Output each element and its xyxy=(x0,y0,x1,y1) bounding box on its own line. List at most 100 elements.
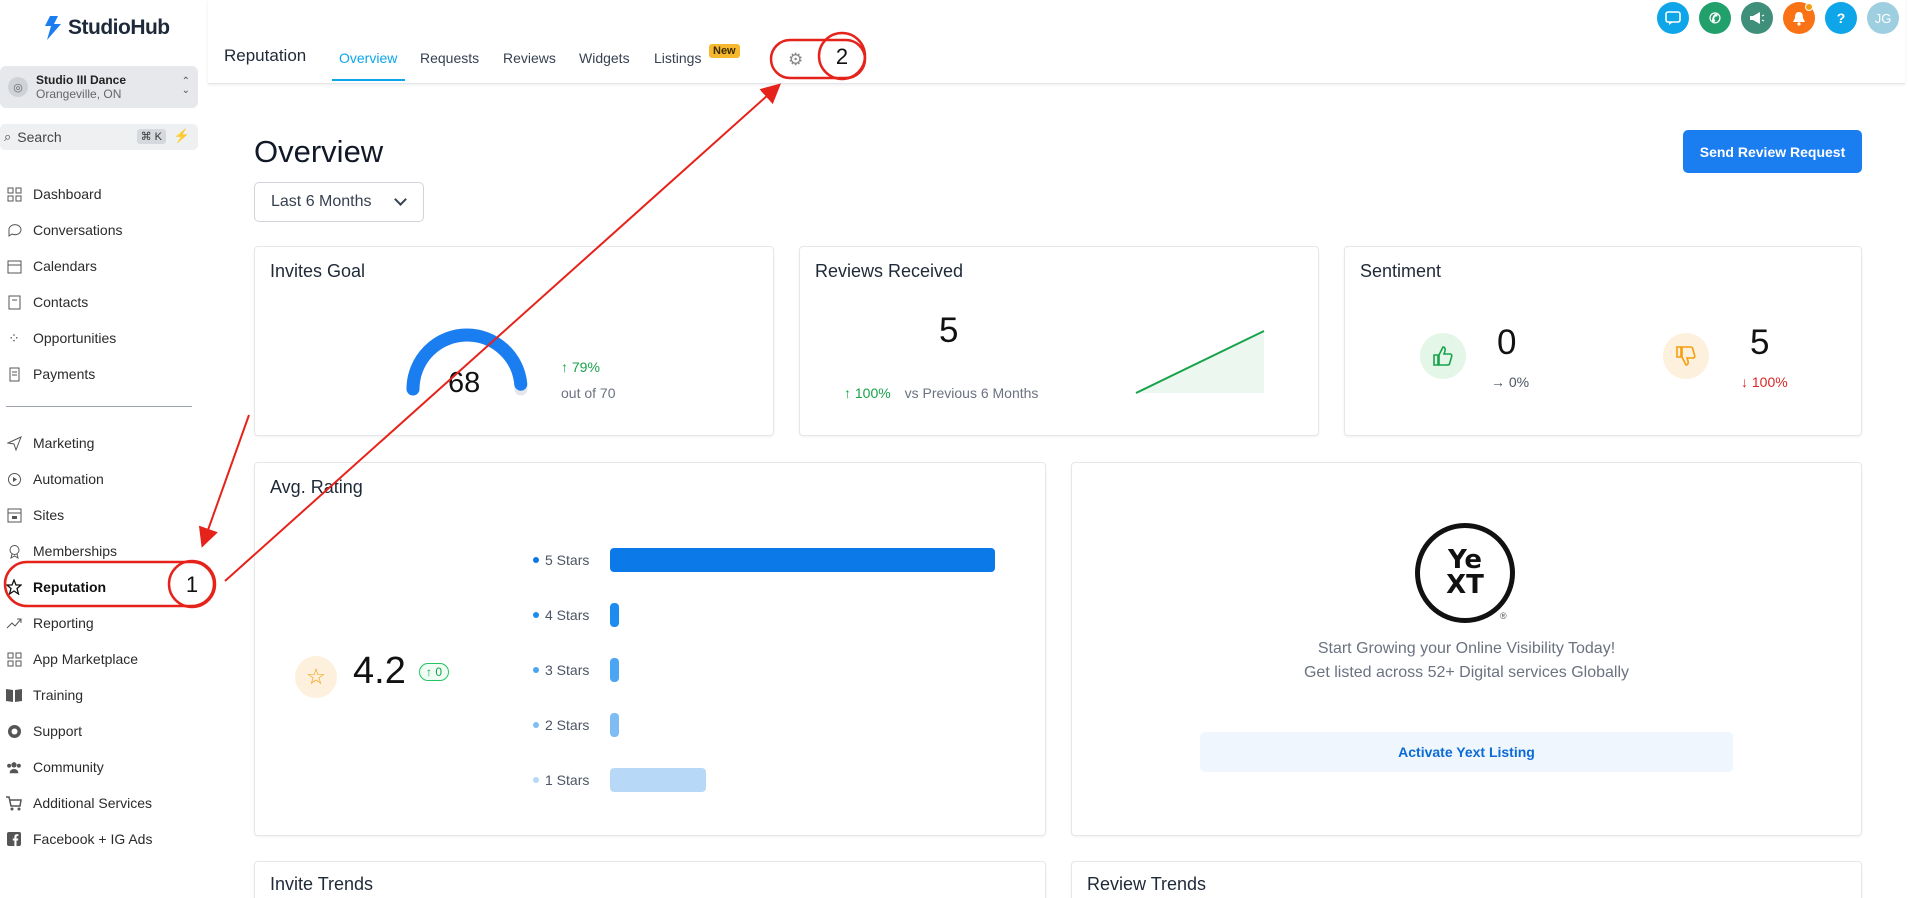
rating-row-label: 5 Stars xyxy=(533,550,589,570)
sentiment-negative-pct-value: 100% xyxy=(1751,374,1788,390)
rating-bar xyxy=(610,713,619,737)
invite-trends-card: Invite Trends xyxy=(254,861,1046,898)
search-input[interactable]: ⌕ Search ⌘ K ⚡ xyxy=(0,124,198,150)
sidebar-item-reputation[interactable]: Reputation xyxy=(6,576,106,598)
sidebar-item-contacts[interactable]: Contacts xyxy=(6,291,88,313)
quick-action-bolt-icon[interactable]: ⚡ xyxy=(174,128,190,144)
sidebar-item-label: Community xyxy=(33,759,104,775)
tab-widgets[interactable]: Widgets xyxy=(579,50,630,66)
rating-row-text: 5 Stars xyxy=(545,552,590,568)
thumbs-down-icon xyxy=(1663,333,1709,379)
phone-icon[interactable]: ✆ xyxy=(1699,2,1731,34)
sentiment-positive-pct: → 0% xyxy=(1491,374,1530,390)
new-badge: New xyxy=(709,44,740,58)
megaphone-icon[interactable] xyxy=(1741,2,1773,34)
tab-listings[interactable]: Listings xyxy=(654,50,701,66)
sidebar-item-label: App Marketplace xyxy=(33,651,139,667)
sidebar-item-support[interactable]: Support xyxy=(6,720,82,742)
sidebar-item-label: Sites xyxy=(33,507,65,523)
period-value: Last 6 Months xyxy=(271,193,372,210)
review-trends-card: Review Trends xyxy=(1071,861,1862,898)
notification-dot xyxy=(1805,3,1813,11)
period-select[interactable]: Last 6 Months xyxy=(254,182,424,222)
yext-logo: Ye XT xyxy=(1415,523,1515,623)
book-icon xyxy=(6,687,22,703)
sidebar-item-payments[interactable]: Payments xyxy=(6,363,95,385)
sidebar-item-opportunities[interactable]: ⁘ Opportunities xyxy=(6,327,116,349)
avg-rating-change-value: 0 xyxy=(435,665,443,679)
active-tab-indicator xyxy=(332,79,405,81)
rating-row-text: 4 Stars xyxy=(545,607,590,623)
sidebar-item-community[interactable]: Community xyxy=(6,756,104,778)
help-icon[interactable]: ? xyxy=(1825,2,1857,34)
registered-mark-icon: ® xyxy=(1500,611,1507,621)
page-section-title: Reputation xyxy=(224,46,307,65)
sidebar-item-label: Support xyxy=(33,723,83,739)
payments-icon xyxy=(6,366,22,382)
sidebar-item-automation[interactable]: Automation xyxy=(6,468,104,490)
sidebar-item-label: Facebook + IG Ads xyxy=(33,831,153,847)
sidebar-item-reporting[interactable]: Reporting xyxy=(6,612,94,634)
lifebuoy-icon xyxy=(6,723,22,739)
sidebar-item-marketing[interactable]: Marketing xyxy=(6,432,94,454)
activate-yext-listing-button[interactable]: Activate Yext Listing xyxy=(1200,732,1733,772)
dashboard-icon xyxy=(6,186,22,202)
tab-requests[interactable]: Requests xyxy=(420,50,479,66)
sidebar-item-label: Automation xyxy=(33,471,104,487)
tab-overview[interactable]: Overview xyxy=(339,50,397,66)
sidebar-item-conversations[interactable]: Conversations xyxy=(6,219,123,241)
star-icon: ☆ xyxy=(295,656,337,698)
sidebar-item-app-marketplace[interactable]: App Marketplace xyxy=(6,648,138,670)
reviews-received-value: 5 xyxy=(939,311,959,350)
card-title: Sentiment xyxy=(1360,261,1442,281)
sidebar-item-label: Additional Services xyxy=(33,795,153,811)
sidebar-item-dashboard[interactable]: Dashboard xyxy=(6,183,102,205)
rating-bar xyxy=(610,658,619,682)
sidebar-item-facebook-ig-ads[interactable]: Facebook + IG Ads xyxy=(6,828,152,850)
invites-goal-card: Invites Goal 68 ↑ 79% out of 70 xyxy=(254,246,774,436)
send-review-request-button[interactable]: Send Review Request xyxy=(1683,130,1862,173)
tab-reviews[interactable]: Reviews xyxy=(503,50,556,66)
rating-row-label: 2 Stars xyxy=(533,715,589,735)
top-header: Reputation Overview Requests Reviews Wid… xyxy=(208,0,1905,84)
settings-gear-icon[interactable]: ⚙ xyxy=(788,50,803,70)
sidebar-item-calendars[interactable]: Calendars xyxy=(6,255,97,277)
sidebar-item-memberships[interactable]: Memberships xyxy=(6,540,117,562)
chevron-updown-icon: ⌃ ⌄ xyxy=(181,76,190,96)
arrow-to-reputation xyxy=(198,414,250,548)
user-avatar[interactable]: JG xyxy=(1867,2,1899,34)
calendar-icon xyxy=(6,258,22,274)
sidebar-item-label: Contacts xyxy=(33,294,89,310)
sites-icon xyxy=(6,507,22,523)
star-icon xyxy=(6,579,22,595)
rating-row-label: 4 Stars xyxy=(533,605,589,625)
brand-logo[interactable]: StudioHub xyxy=(42,16,170,40)
rating-bar xyxy=(610,548,995,572)
card-title: Invites Goal xyxy=(270,261,366,281)
legend-dot xyxy=(533,612,539,618)
account-name: Studio III Dance xyxy=(36,73,127,87)
reviews-received-comparison: vs Previous 6 Months xyxy=(904,385,1039,401)
sidebar-item-sites[interactable]: Sites xyxy=(6,504,64,526)
sidebar-divider xyxy=(6,406,192,407)
bell-icon[interactable] xyxy=(1783,2,1815,34)
card-title: Review Trends xyxy=(1087,874,1207,894)
legend-dot xyxy=(533,722,539,728)
sentiment-positive-value: 0 xyxy=(1497,323,1517,362)
yext-card: Ye XT ® Start Growing your Online Visibi… xyxy=(1071,462,1862,836)
account-switcher[interactable]: ◎ Studio III Dance Orangeville, ON ⌃ ⌄ xyxy=(0,66,198,108)
facebook-icon xyxy=(6,831,22,847)
brand-name: StudioHub xyxy=(68,16,170,39)
account-avatar-icon: ◎ xyxy=(8,77,28,97)
cart-icon xyxy=(6,795,22,811)
reviews-received-card: Reviews Received 5 ↑ 100% vs Previous 6 … xyxy=(799,246,1319,436)
rating-bar xyxy=(610,768,706,792)
chat-icon xyxy=(6,222,22,238)
sidebar-item-training[interactable]: Training xyxy=(6,684,83,706)
card-title: Reviews Received xyxy=(815,261,964,281)
yext-logo-bottom: XT xyxy=(1446,570,1484,600)
chat-widget-icon[interactable] xyxy=(1657,2,1689,34)
top-right-actions: ✆ ? JG xyxy=(1657,2,1899,34)
invites-goal-change: ↑ 79% xyxy=(561,359,600,375)
sidebar-item-additional-services[interactable]: Additional Services xyxy=(6,792,152,814)
